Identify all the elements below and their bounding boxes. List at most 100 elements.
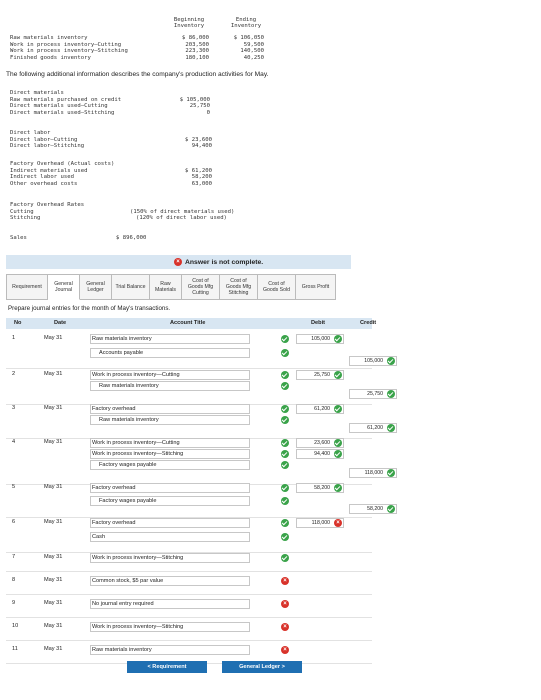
row-divider [6,368,372,369]
inventory-row-label: Finished goods inventory [10,54,91,61]
correct-check-icon [281,335,289,343]
inventory-row-label: Work in process inventory—Cutting [10,41,122,48]
account-title-field[interactable]: Factory wages payable [90,496,250,506]
entry-date: May 31 [44,577,63,583]
activity-line-value: 94,400 [191,143,212,149]
tab-general-journal[interactable]: General Journal [48,274,80,300]
activity-line-label: Stitching [10,215,41,221]
entry-date: May 31 [44,405,63,411]
col-ending-header: Ending Inventory [230,17,262,30]
correct-check-icon [281,519,289,527]
entry-number: 9 [12,600,16,606]
incorrect-x-icon: × [281,623,289,631]
inventory-beginning-value: 223,300 [185,48,209,55]
inventory-beginning-value: 203,500 [185,41,209,48]
tab-cost-of-goods-sold[interactable]: Cost of Goods Sold [258,274,296,300]
tab-gross-profit[interactable]: Gross Profit [296,274,336,300]
activity-line-value: 63,000 [191,180,212,187]
error-icon: × [174,258,182,266]
entry-number: 4 [12,439,16,445]
entry-number: 7 [12,554,16,560]
account-title-field[interactable]: Raw materials inventory [90,381,250,391]
description-text: The following additional information des… [6,71,269,78]
correct-check-icon [281,484,289,492]
activity-heading: Direct labor [10,130,51,136]
activity-line-value: $ 61,200 [185,167,212,174]
account-title-field[interactable]: Factory wages payable [90,460,250,470]
activity-line-label: Cutting [10,208,34,215]
account-title-field[interactable]: Raw materials inventory [90,334,250,344]
entry-number: 3 [12,405,16,411]
sales-label: Sales [10,235,27,241]
header-date: Date [54,320,67,326]
correct-check-icon [334,405,342,413]
instruction-text: Prepare journal entries for the month of… [8,305,171,312]
tab-requirement[interactable]: Requirement [6,274,48,300]
header-debit: Debit [311,320,325,326]
header-no: No [14,320,22,326]
prev-requirement-button[interactable]: < Requirement [127,661,207,673]
row-divider [6,571,372,572]
incorrect-x-icon: × [334,519,342,527]
entry-date: May 31 [44,646,63,652]
correct-check-icon [281,533,289,541]
entry-date: May 31 [44,519,63,525]
correct-check-icon [281,349,289,357]
account-title-field[interactable]: Factory overhead [90,404,250,414]
inventory-ending-value: 140,500 [240,48,264,55]
account-title-field[interactable]: Factory overhead [90,518,250,528]
account-title-field[interactable]: Work in process inventory—Stitching [90,553,250,563]
tab-raw-materials[interactable]: Raw Materials [150,274,182,300]
correct-check-icon [334,484,342,492]
tab-general-ledger[interactable]: General Ledger [80,274,112,300]
account-title-field[interactable]: Work in process inventory—Stitching [90,449,250,459]
journal-header: No Date Account Title Debit Credit [6,318,376,329]
incorrect-x-icon: × [281,577,289,585]
inventory-row-label: Raw materials inventory [10,35,88,41]
row-divider [6,640,372,641]
entry-number: 5 [12,484,16,490]
next-general-ledger-button[interactable]: General Ledger > [222,661,302,673]
activity-line-value: $ 105,000 [179,96,210,103]
activity-line-value: (150% of direct materials used) [130,208,235,215]
tab-trial-balance[interactable]: Trial Balance [112,274,150,300]
entry-number: 1 [12,335,16,341]
account-title-field[interactable]: Common stock, $5 par value [90,576,250,586]
account-title-field[interactable]: Raw materials inventory [90,645,250,655]
correct-check-icon [281,416,289,424]
entry-number: 8 [12,577,16,583]
entry-number: 2 [12,371,16,377]
inventory-beginning-value: $ 86,000 [182,35,209,41]
row-divider [6,617,372,618]
activity-line-label: Direct labor—Cutting [10,136,78,143]
correct-check-icon [387,469,395,477]
col-beginning-header: Beginning Inventory [173,17,205,30]
correct-check-icon [387,357,395,365]
account-title-field[interactable]: Cash [90,532,250,542]
entry-date: May 31 [44,623,63,629]
correct-check-icon [334,335,342,343]
account-title-field[interactable]: Raw materials inventory [90,415,250,425]
activity-line-label: Indirect materials used [10,167,88,174]
account-title-field[interactable]: Factory overhead [90,483,250,493]
tab-cost-of-goods-mfg-stitching[interactable]: Cost of Goods Mfg Stitching [220,274,258,300]
activity-line-label: Direct labor—Stitching [10,143,85,149]
account-title-field[interactable]: Work in process inventory—Cutting [90,438,250,448]
correct-check-icon [281,450,289,458]
account-title-field[interactable]: No journal entry required [90,599,250,609]
account-title-field[interactable]: Work in process inventory—Stitching [90,622,250,632]
header-account: Account Title [170,320,206,326]
activity-line-value: $ 23,600 [185,136,212,143]
activity-heading: Factory Overhead Rates [10,202,85,208]
row-divider [6,594,372,595]
correct-check-icon [387,424,395,432]
account-title-field[interactable]: Work in process inventory—Cutting [90,370,250,380]
entry-number: 11 [12,646,18,652]
answer-status-text: Answer is not complete. [185,258,264,266]
correct-check-icon [334,450,342,458]
correct-check-icon [387,505,395,513]
activity-line-value: (120% of direct labor used) [136,215,227,221]
account-title-field[interactable]: Accounts payable [90,348,250,358]
tab-cost-of-goods-mfg-cutting[interactable]: Cost of Goods Mfg Cutting [182,274,220,300]
inventory-row-label: Work in process inventory—Stitching [10,48,128,55]
